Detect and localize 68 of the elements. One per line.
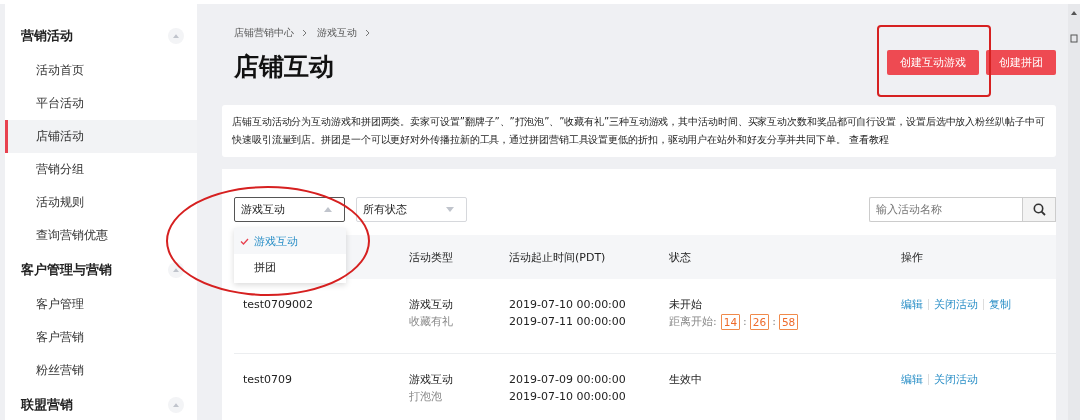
table-cell-text: 生效中 [669, 372, 703, 388]
search-field[interactable]: 输入活动名称 [869, 197, 1022, 222]
column-header: 活动起止时间(PDT) [509, 249, 607, 265]
chevron-icon [365, 29, 370, 37]
table-cell-text: 游戏互动 [409, 297, 454, 313]
table-cell-text: test0709 [243, 372, 294, 388]
menu-group-title[interactable]: 联盟营销 [21, 396, 73, 414]
table-cell-text: 未开始 [669, 297, 703, 313]
column-header: 操作 [901, 249, 924, 265]
column-header: 状态 [669, 249, 692, 265]
menu-group-title[interactable]: 客户管理与营销 [21, 261, 112, 279]
collapse-toggle[interactable] [168, 28, 184, 44]
caret-icon [173, 34, 179, 38]
countdown-separator: : [772, 314, 776, 330]
action-link[interactable]: 关闭活动 [934, 371, 978, 388]
sidebar-item[interactable]: 查询营销优惠 [5, 219, 197, 252]
countdown-label: 距离开始: [669, 314, 717, 330]
caret-icon [324, 207, 332, 212]
action-link[interactable]: 复制 [989, 296, 1011, 313]
sidebar-item[interactable]: 活动首页 [5, 54, 197, 87]
description-text: 店铺互动活动分为互动游戏和拼团两类。卖家可设置”翻牌子”、”打泡泡”、”收藏有礼”三种互动游戏，其中活动时间、买家互动次数和奖品都可自行设置，设置后选中放入粉丝趴帖子中可快速吸引流量到店。拼团是一个可以更好对外传播拉新的工具，通过拼团营销工具设置更低的折扣，驱动用户在站外和好友分享并共同下单。 查看教程 [232, 115, 1046, 147]
dropdown-option[interactable]: 游戏互动 [234, 228, 346, 254]
caret-icon [173, 403, 179, 407]
table-cell-text: 2019-07-09 00:00:00 [509, 372, 627, 388]
breadcrumb-link[interactable]: 游戏互动 [317, 26, 357, 40]
sidebar-item[interactable]: 店铺活动 [5, 120, 197, 153]
sidebar-item[interactable]: 客户管理 [5, 288, 197, 321]
action-link[interactable]: 关闭活动 [934, 296, 978, 313]
sidebar-item[interactable]: 客户营销 [5, 321, 197, 354]
sidebar-item[interactable]: 粉丝营销 [5, 354, 197, 387]
sidebar-item[interactable]: 营销分组 [5, 153, 197, 186]
table-cell-text: 2019-07-10 00:00:00 [509, 389, 627, 405]
sidebar-item[interactable]: 活动规则 [5, 186, 197, 219]
chevron-icon [302, 29, 307, 37]
collapse-toggle[interactable] [168, 262, 184, 278]
create-button[interactable]: 创建互动游戏 [887, 50, 979, 75]
action-link[interactable]: 编辑 [901, 371, 923, 388]
action-link[interactable]: 编辑 [901, 296, 923, 313]
page-title: 店铺互动 [234, 51, 335, 83]
countdown-digits: 14 [720, 313, 741, 330]
table-cell-text: 游戏互动 [409, 372, 454, 388]
table-cell-text: 2019-07-11 00:00:00 [509, 314, 627, 330]
countdown-digits: 58 [778, 313, 799, 330]
search-button[interactable] [1022, 197, 1056, 222]
menu-group-title[interactable]: 营销活动 [21, 27, 73, 45]
check-icon [240, 237, 249, 245]
search-icon [1032, 203, 1046, 216]
dropdown-option[interactable]: 拼团 [234, 254, 346, 280]
countdown-digits: 26 [749, 313, 770, 330]
arrow-icon[interactable] [1070, 10, 1078, 18]
filter-select[interactable]: 所有状态 [356, 197, 467, 222]
caret-icon [446, 207, 454, 212]
clipboard-icon[interactable] [1070, 34, 1078, 43]
caret-icon [173, 268, 179, 272]
select-value: 游戏互动 [241, 202, 285, 217]
column-header: 活动类型 [409, 249, 454, 265]
filter-select[interactable]: 游戏互动 [234, 197, 345, 222]
select-value: 所有状态 [363, 202, 407, 217]
table-cell-text: 打泡泡 [409, 389, 443, 405]
collapse-toggle[interactable] [168, 397, 184, 413]
create-button[interactable]: 创建拼团 [986, 50, 1056, 75]
table-cell-text: test0709002 [243, 297, 315, 313]
table-cell-text: 收藏有礼 [409, 314, 454, 330]
tutorial-link[interactable]: 查看教程 [848, 134, 889, 145]
table-cell-text: 2019-07-10 00:00:00 [509, 297, 627, 313]
sidebar-item[interactable]: 平台活动 [5, 87, 197, 120]
breadcrumb-link[interactable]: 店铺营销中心 [234, 26, 294, 40]
countdown-separator: : [743, 314, 747, 330]
